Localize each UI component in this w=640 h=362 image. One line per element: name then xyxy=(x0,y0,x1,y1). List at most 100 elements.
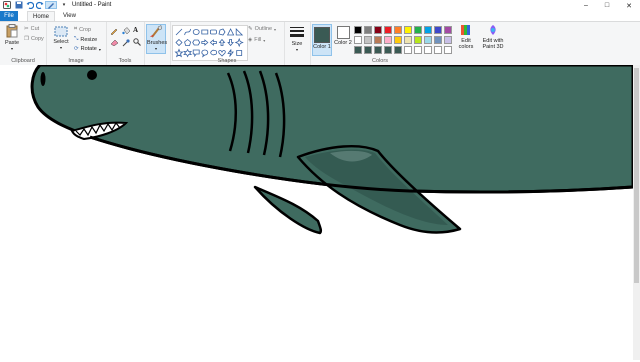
paste-button[interactable]: Paste ▾ xyxy=(2,24,22,51)
shape-oval-icon[interactable] xyxy=(192,29,200,35)
pencil-icon[interactable] xyxy=(110,27,118,35)
quick-tool-icon[interactable] xyxy=(45,1,57,9)
shape-line-icon[interactable] xyxy=(175,28,183,36)
cut-label: Cut xyxy=(30,26,40,32)
palette-swatch[interactable] xyxy=(354,26,362,34)
maximize-button[interactable]: □ xyxy=(597,0,617,11)
palette-swatch[interactable] xyxy=(364,36,372,44)
shape-hexagon-icon[interactable] xyxy=(192,39,201,46)
palette-swatch[interactable] xyxy=(424,36,432,44)
palette-swatch[interactable] xyxy=(434,46,442,54)
save-icon[interactable] xyxy=(15,1,23,9)
rotate-dropdown-icon: ▾ xyxy=(98,46,101,52)
palette-swatch[interactable] xyxy=(444,46,452,54)
shape-curve-icon[interactable] xyxy=(184,28,191,36)
text-tool-icon[interactable]: A xyxy=(133,26,138,34)
select-dropdown-icon[interactable]: ▾ xyxy=(50,45,72,50)
shape-diamond-icon[interactable] xyxy=(175,38,183,47)
palette-swatch[interactable] xyxy=(374,26,382,34)
brushes-button[interactable]: Brushes ▾ xyxy=(146,24,167,54)
edit-with-paint3d-button[interactable]: Edit with Paint 3D xyxy=(479,24,507,50)
cut-button[interactable]: ✂ Cut xyxy=(24,26,39,32)
paste-dropdown-icon[interactable]: ▾ xyxy=(2,46,22,51)
copy-button[interactable]: ❐ Copy xyxy=(24,36,44,42)
shape-down-arrow-icon[interactable] xyxy=(227,39,234,47)
palette-swatch[interactable] xyxy=(404,46,412,54)
palette-swatch[interactable] xyxy=(404,36,412,44)
shape-up-arrow-icon[interactable] xyxy=(218,38,226,46)
shape-callout-rect-icon[interactable] xyxy=(192,49,200,58)
palette-swatch[interactable] xyxy=(374,36,382,44)
shape-callout-cloud-icon[interactable] xyxy=(210,49,217,56)
color1-button[interactable]: Color 1 xyxy=(312,24,332,56)
select-button[interactable]: Select ▾ xyxy=(50,26,72,50)
vertical-scrollbar[interactable] xyxy=(633,65,640,360)
palette-swatch[interactable] xyxy=(444,26,452,34)
palette-swatch[interactable] xyxy=(394,36,402,44)
size-button[interactable]: Size ▾ xyxy=(286,26,308,52)
undo-icon[interactable] xyxy=(26,1,34,9)
shape-callout-oval-icon[interactable] xyxy=(201,49,209,58)
window-title: Untitled - Paint xyxy=(72,2,112,8)
color-picker-icon[interactable] xyxy=(122,39,130,47)
tab-view[interactable]: View xyxy=(58,11,81,21)
palette-swatch[interactable] xyxy=(384,46,392,54)
drawing-canvas[interactable] xyxy=(0,63,635,360)
redo-icon[interactable] xyxy=(36,1,44,9)
shape-lightning-icon[interactable] xyxy=(227,49,234,57)
palette-swatch[interactable] xyxy=(384,36,392,44)
palette-swatch[interactable] xyxy=(394,26,402,34)
palette-swatch[interactable] xyxy=(374,46,382,54)
shape-rectangle-icon[interactable] xyxy=(201,29,209,35)
palette-swatch[interactable] xyxy=(394,46,402,54)
scissors-icon: ✂ xyxy=(24,26,29,32)
shape-polygon-icon[interactable] xyxy=(218,28,226,36)
palette-swatch[interactable] xyxy=(424,46,432,54)
palette-swatch[interactable] xyxy=(404,26,412,34)
tab-file[interactable]: File xyxy=(0,11,18,21)
fill-button[interactable]: ◈ Fill ▾ xyxy=(248,37,265,43)
select-icon xyxy=(54,26,68,37)
scrollbar-thumb[interactable] xyxy=(634,68,639,283)
shape-left-arrow-icon[interactable] xyxy=(209,39,217,46)
color2-button[interactable]: Color 2 xyxy=(333,24,353,46)
outline-button[interactable]: ✎ Outline ▾ xyxy=(248,26,276,32)
shape-rounded-rectangle-icon[interactable] xyxy=(210,29,217,35)
shape-star-five-icon[interactable] xyxy=(174,48,184,58)
magnifier-icon[interactable] xyxy=(133,38,141,46)
paste-icon xyxy=(6,24,18,38)
crop-button[interactable]: ⌗ Crop xyxy=(74,26,91,33)
shape-triangle-icon[interactable] xyxy=(226,28,235,36)
fill-bucket-icon[interactable] xyxy=(122,27,130,35)
close-button[interactable]: ✕ xyxy=(619,0,639,11)
palette-swatch[interactable] xyxy=(354,36,362,44)
shape-right-triangle-icon[interactable] xyxy=(235,28,244,36)
palette-swatch[interactable] xyxy=(414,46,422,54)
customize-quick-access-icon[interactable]: ▾ xyxy=(60,1,68,9)
palette-swatch[interactable] xyxy=(384,26,392,34)
brushes-dropdown-icon: ▾ xyxy=(154,46,157,51)
shape-heart-icon[interactable] xyxy=(218,50,226,57)
minimize-button[interactable]: – xyxy=(576,0,596,11)
paint-app-icon[interactable] xyxy=(3,1,11,9)
shapes-gallery[interactable] xyxy=(172,25,248,61)
palette-swatch[interactable] xyxy=(444,36,452,44)
shape-pentagon-icon[interactable] xyxy=(184,38,192,46)
tab-home[interactable]: Home xyxy=(27,11,56,21)
eraser-icon[interactable] xyxy=(110,39,118,46)
resize-button[interactable]: ⤡ Resize xyxy=(74,36,97,43)
palette-swatch[interactable] xyxy=(414,36,422,44)
rotate-button[interactable]: ⟳ Rotate ▾ xyxy=(74,46,101,52)
palette-swatch[interactable] xyxy=(354,46,362,54)
palette-swatch[interactable] xyxy=(414,26,422,34)
palette-swatch[interactable] xyxy=(364,26,372,34)
edit-colors-button[interactable]: Edit colors xyxy=(455,24,477,50)
shape-scroll-icon[interactable] xyxy=(236,50,243,56)
palette-swatch[interactable] xyxy=(364,46,372,54)
palette-swatch[interactable] xyxy=(434,36,442,44)
shape-star-four-icon[interactable] xyxy=(234,37,244,48)
palette-swatch[interactable] xyxy=(424,26,432,34)
shape-right-arrow-icon[interactable] xyxy=(201,39,209,46)
shape-star-six-icon[interactable] xyxy=(183,48,193,58)
palette-swatch[interactable] xyxy=(434,26,442,34)
